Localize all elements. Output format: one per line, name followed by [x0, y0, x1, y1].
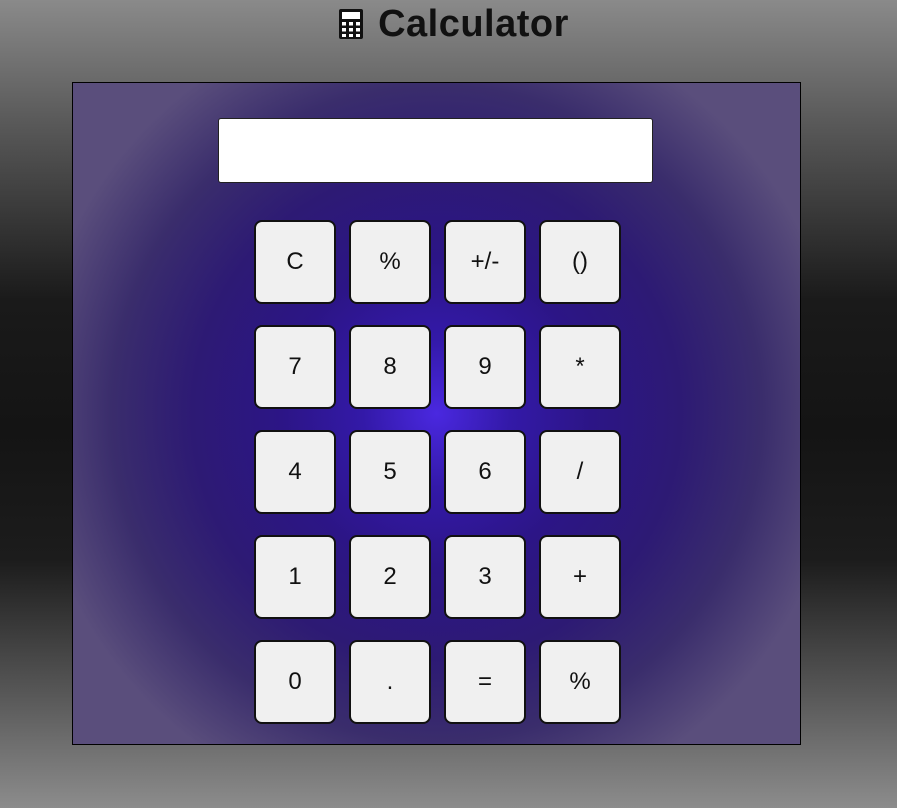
calculator-panel: C % +/- () 7 8 9 * 4 5 6 / 1 2 3 + 0 . =…	[72, 82, 801, 745]
multiply-button[interactable]: *	[539, 325, 621, 409]
decimal-button[interactable]: .	[349, 640, 431, 724]
percent-button-2[interactable]: %	[539, 640, 621, 724]
page-header: Calculator	[0, 0, 897, 48]
calculator-icon	[338, 8, 364, 40]
digit-6-button[interactable]: 6	[444, 430, 526, 514]
title-group: Calculator	[338, 3, 569, 46]
divide-button[interactable]: /	[539, 430, 621, 514]
digit-2-button[interactable]: 2	[349, 535, 431, 619]
digit-3-button[interactable]: 3	[444, 535, 526, 619]
sign-toggle-button[interactable]: +/-	[444, 220, 526, 304]
digit-4-button[interactable]: 4	[254, 430, 336, 514]
calculator-display[interactable]	[218, 118, 653, 183]
keypad: C % +/- () 7 8 9 * 4 5 6 / 1 2 3 + 0 . =…	[254, 220, 621, 724]
digit-0-button[interactable]: 0	[254, 640, 336, 724]
digit-1-button[interactable]: 1	[254, 535, 336, 619]
page-title: Calculator	[378, 2, 569, 45]
parentheses-button[interactable]: ()	[539, 220, 621, 304]
percent-button[interactable]: %	[349, 220, 431, 304]
clear-button[interactable]: C	[254, 220, 336, 304]
digit-8-button[interactable]: 8	[349, 325, 431, 409]
digit-9-button[interactable]: 9	[444, 325, 526, 409]
add-button[interactable]: +	[539, 535, 621, 619]
digit-5-button[interactable]: 5	[349, 430, 431, 514]
digit-7-button[interactable]: 7	[254, 325, 336, 409]
equals-button[interactable]: =	[444, 640, 526, 724]
